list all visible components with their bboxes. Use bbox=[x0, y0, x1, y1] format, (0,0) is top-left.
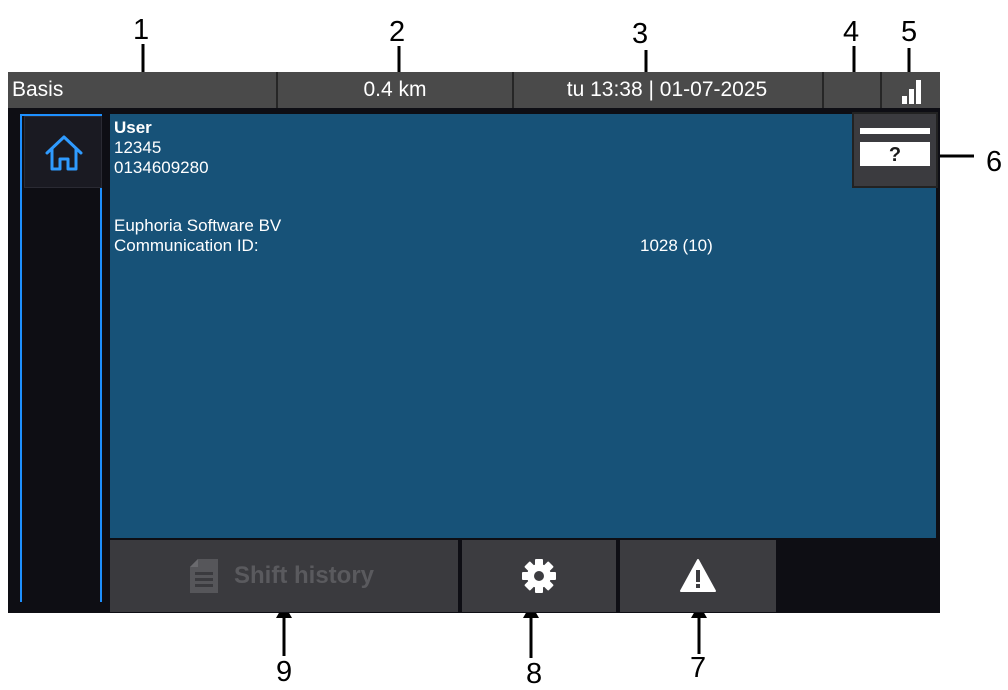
document-icon bbox=[190, 559, 218, 593]
settings-button[interactable] bbox=[462, 540, 616, 612]
warning-icon bbox=[680, 559, 716, 592]
user-label: User bbox=[114, 118, 152, 137]
callout-8: 8 bbox=[526, 658, 543, 690]
callout-7: 7 bbox=[690, 652, 707, 684]
company-name: Euphoria Software BV bbox=[114, 216, 282, 235]
callout-9: 9 bbox=[276, 656, 293, 688]
communication-id-value: 1028 (10) bbox=[640, 236, 713, 255]
shift-history-label: Shift history bbox=[234, 562, 375, 589]
status-bar: Basis 0.4 km tu 13:38 | 01-07-2025 bbox=[8, 72, 940, 108]
status-indicator-slot bbox=[822, 72, 882, 108]
communication-id-label: Communication ID: bbox=[114, 236, 259, 255]
card-help-icon: ? bbox=[860, 128, 930, 166]
datetime-readout: tu 13:38 | 01-07-2025 bbox=[512, 72, 824, 108]
callout-4: 4 bbox=[843, 16, 860, 48]
callout-1: 1 bbox=[133, 14, 150, 46]
info-panel: User 12345 0134609280 Euphoria Software … bbox=[110, 114, 936, 538]
callout-2: 2 bbox=[389, 16, 406, 48]
callout-6: 6 bbox=[986, 146, 1003, 178]
shift-history-button[interactable]: Shift history bbox=[110, 540, 458, 612]
bottom-bar: Shift history bbox=[108, 538, 938, 613]
help-glyph: ? bbox=[889, 144, 901, 166]
mode-label: Basis bbox=[8, 72, 278, 108]
gear-icon bbox=[522, 559, 556, 593]
distance-readout: 0.4 km bbox=[278, 72, 514, 108]
card-help-button[interactable]: ? bbox=[852, 112, 938, 188]
home-icon bbox=[45, 135, 83, 171]
callout-5: 5 bbox=[901, 16, 918, 48]
phone-number: 0134609280 bbox=[114, 158, 209, 177]
user-id: 12345 bbox=[114, 138, 162, 157]
side-nav bbox=[8, 108, 106, 613]
device-screen: Basis 0.4 km tu 13:38 | 01-07-2025 User … bbox=[8, 72, 940, 613]
callout-3: 3 bbox=[632, 18, 649, 50]
home-button[interactable] bbox=[24, 116, 102, 188]
signal-indicator bbox=[880, 72, 940, 108]
signal-bars-icon bbox=[902, 80, 921, 104]
warning-button[interactable] bbox=[620, 540, 776, 612]
